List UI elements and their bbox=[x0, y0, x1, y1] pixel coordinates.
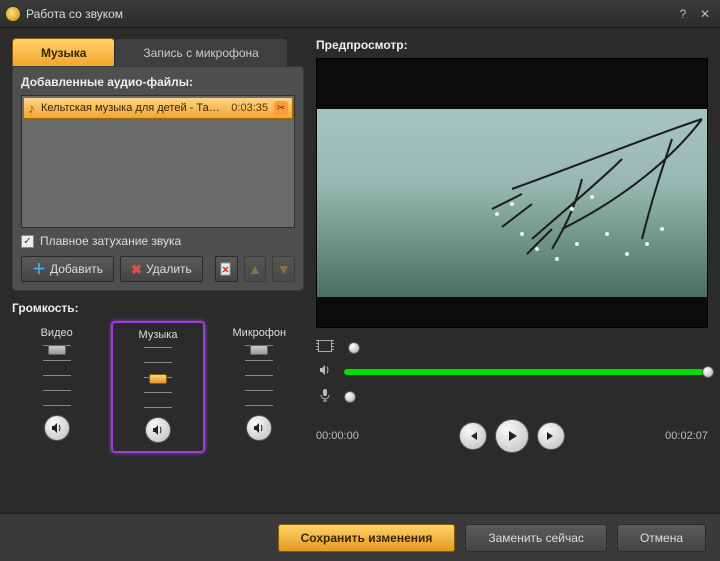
speaker-icon bbox=[50, 421, 64, 435]
app-icon bbox=[6, 7, 20, 21]
file-item[interactable]: ♪ Кельтская музыка для детей - Танец-ht.… bbox=[23, 97, 293, 119]
close-button[interactable]: ✕ bbox=[696, 6, 714, 22]
speaker-icon bbox=[252, 421, 266, 435]
transport: 00:00:00 00:02:07 bbox=[316, 340, 708, 453]
preview-box bbox=[316, 58, 708, 328]
preview-title: Предпросмотр: bbox=[316, 38, 708, 52]
tab-bar: Музыка Запись с микрофона bbox=[12, 38, 304, 66]
delete-icon: ✖ bbox=[131, 263, 142, 276]
mic-volume-slider[interactable] bbox=[344, 394, 708, 400]
replace-button[interactable]: Заменить сейчас bbox=[465, 524, 607, 552]
delete-button-label: Удалить bbox=[146, 262, 192, 276]
next-button[interactable] bbox=[537, 422, 565, 450]
panel-title: Добавленные аудио-файлы: bbox=[21, 75, 295, 89]
prev-button[interactable] bbox=[459, 422, 487, 450]
play-button[interactable] bbox=[495, 419, 529, 453]
plus-icon: ＋ bbox=[32, 262, 46, 276]
page-x-icon bbox=[219, 262, 233, 276]
title-bar: Работа со звуком ? ✕ bbox=[0, 0, 720, 28]
reset-button[interactable] bbox=[215, 256, 238, 282]
time-total: 00:02:07 bbox=[665, 430, 708, 442]
playback-volume-slider[interactable] bbox=[344, 369, 708, 375]
file-list[interactable]: ♪ Кельтская музыка для детей - Танец-ht.… bbox=[21, 95, 295, 228]
tab-music[interactable]: Музыка bbox=[12, 38, 115, 66]
cancel-button[interactable]: Отмена bbox=[617, 524, 706, 552]
move-down-button[interactable]: ▼ bbox=[272, 256, 295, 282]
arrow-down-icon: ▼ bbox=[277, 261, 291, 277]
volume-music-box: Музыка bbox=[111, 321, 204, 453]
skip-forward-icon bbox=[545, 430, 557, 442]
music-note-icon: ♪ bbox=[28, 101, 35, 115]
help-button[interactable]: ? bbox=[674, 6, 692, 22]
volume-section: Громкость: Видео Музыка bbox=[12, 301, 304, 453]
file-duration: 0:03:35 bbox=[231, 102, 268, 114]
arrow-up-icon: ▲ bbox=[248, 261, 262, 277]
volume-music-label: Музыка bbox=[139, 329, 178, 341]
bottom-bar: Сохранить изменения Заменить сейчас Отме… bbox=[0, 513, 720, 561]
fade-label: Плавное затухание звука bbox=[40, 234, 181, 248]
volume-mic-label: Микрофон bbox=[233, 327, 287, 339]
volume-video-mute[interactable] bbox=[44, 415, 70, 441]
volume-video-box: Видео bbox=[12, 321, 101, 453]
delete-button[interactable]: ✖ Удалить bbox=[120, 256, 203, 282]
file-name: Кельтская музыка для детей - Танец-ht... bbox=[41, 102, 225, 114]
microphone-icon bbox=[316, 388, 334, 405]
time-current: 00:00:00 bbox=[316, 430, 359, 442]
split-icon[interactable]: ✂ bbox=[274, 101, 288, 115]
add-button[interactable]: ＋ Добавить bbox=[21, 256, 114, 282]
position-slider[interactable] bbox=[344, 345, 708, 351]
volume-video-slider[interactable] bbox=[47, 345, 67, 405]
volume-music-mute[interactable] bbox=[145, 417, 171, 443]
speaker-icon bbox=[316, 363, 334, 380]
play-icon bbox=[505, 429, 519, 443]
volume-mic-mute[interactable] bbox=[246, 415, 272, 441]
speaker-icon bbox=[151, 423, 165, 437]
preview-image bbox=[317, 109, 707, 297]
tab-mic-record[interactable]: Запись с микрофона bbox=[114, 38, 287, 66]
add-button-label: Добавить bbox=[50, 262, 103, 276]
film-icon bbox=[316, 340, 334, 355]
window-title: Работа со звуком bbox=[26, 7, 670, 21]
volume-mic-box: Микрофон bbox=[215, 321, 304, 453]
fade-checkbox[interactable]: ✓ bbox=[21, 235, 34, 248]
volume-title: Громкость: bbox=[12, 301, 304, 315]
skip-back-icon bbox=[467, 430, 479, 442]
volume-mic-slider[interactable] bbox=[249, 345, 269, 405]
save-button[interactable]: Сохранить изменения bbox=[278, 524, 456, 552]
audio-files-panel: Добавленные аудио-файлы: ♪ Кельтская муз… bbox=[12, 66, 304, 291]
move-up-button[interactable]: ▲ bbox=[244, 256, 267, 282]
volume-video-label: Видео bbox=[41, 327, 73, 339]
volume-music-slider[interactable] bbox=[148, 347, 168, 407]
